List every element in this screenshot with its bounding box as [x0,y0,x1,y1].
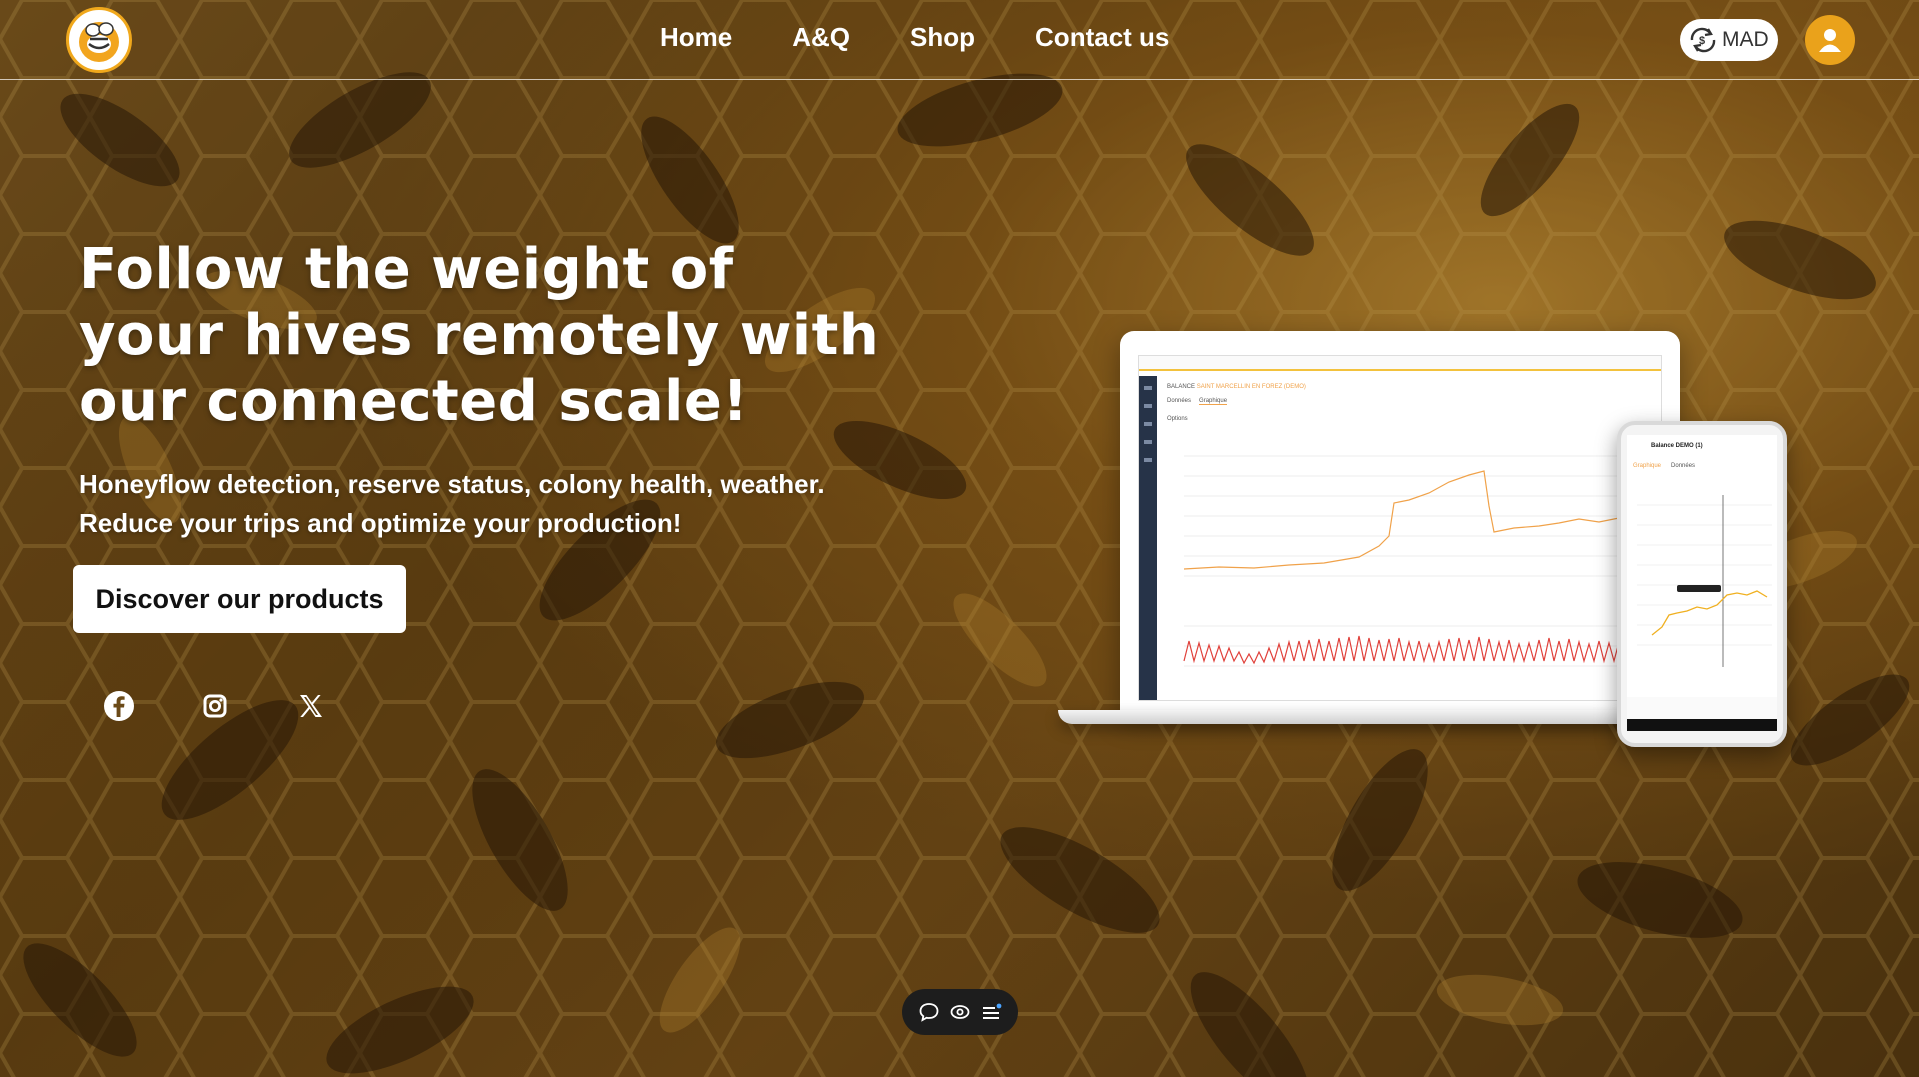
dashboard-preview [1139,356,1661,700]
laptop-breadcrumb-title: SAINT MARCELLIN EN FOREZ (DEMO) [1196,384,1306,390]
visibility-button[interactable] [948,1000,972,1024]
phone-tab-donnees: Données [1671,463,1696,469]
facebook-link[interactable] [103,690,137,724]
laptop-mockup: BALANCE SAINT MARCELLIN EN FOREZ (DEMO) … [1120,331,1680,714]
hero-subtext: Honeyflow detection, reserve status, col… [79,465,979,543]
nav-contact-link[interactable]: Contact us [1035,22,1169,53]
headline-line-2: your hives remotely with [79,303,880,368]
floating-action-bar [902,989,1018,1035]
menu-button[interactable] [979,1000,1003,1024]
laptop-tab-donnees: Données [1167,398,1192,404]
headline-line-1: Follow the weight of [79,237,734,302]
discover-products-button[interactable]: Discover our products [73,565,406,633]
instagram-link[interactable] [199,690,233,724]
x-twitter-icon [300,695,322,717]
instagram-icon [203,694,227,718]
currency-code: MAD [1722,28,1769,51]
svg-text:$: $ [1699,35,1705,47]
currency-exchange-icon: $ [1690,27,1716,53]
laptop-options-label: Options [1167,416,1188,422]
phone-title: Balance DEMO (1) [1651,443,1703,449]
nav-home-link[interactable]: Home [660,22,732,53]
phone-chart-preview [1627,435,1777,731]
user-icon [1819,29,1841,52]
facebook-icon [104,691,134,721]
phone-mockup: Balance DEMO (1) Graphique Données [1617,421,1787,747]
main-nav: Home A&Q Shop Contact us [660,22,1229,53]
nav-shop-link[interactable]: Shop [910,22,975,53]
nav-aq-link[interactable]: A&Q [792,22,850,53]
bee-logo-icon [79,22,119,62]
bee-logo[interactable] [66,7,132,73]
laptop-base [1058,710,1698,724]
hero-headline: Follow the weight of your hives remotely… [79,237,979,435]
subtext-line-2: Reduce your trips and optimize your prod… [79,508,682,538]
eye-icon [950,1005,970,1019]
phone-dashboard-screenshot: Balance DEMO (1) Graphique Données [1627,435,1777,731]
headline-line-3: our connected scale! [79,369,749,434]
phone-tab-graphique: Graphique [1633,463,1662,469]
user-account-button[interactable] [1805,15,1855,65]
x-twitter-link[interactable] [295,690,329,724]
site-header: Home A&Q Shop Contact us $ MAD [0,0,1919,80]
laptop-tab-graphique: Graphique [1199,398,1228,405]
menu-lines-icon [982,1003,1002,1019]
laptop-breadcrumb-prefix: BALANCE [1167,384,1196,390]
chat-bubble-icon [919,1003,939,1022]
laptop-dashboard-screenshot: BALANCE SAINT MARCELLIN EN FOREZ (DEMO) … [1138,355,1662,701]
currency-switcher[interactable]: $ MAD [1680,19,1778,61]
subtext-line-1: Honeyflow detection, reserve status, col… [79,469,825,499]
chat-button[interactable] [917,1000,941,1024]
